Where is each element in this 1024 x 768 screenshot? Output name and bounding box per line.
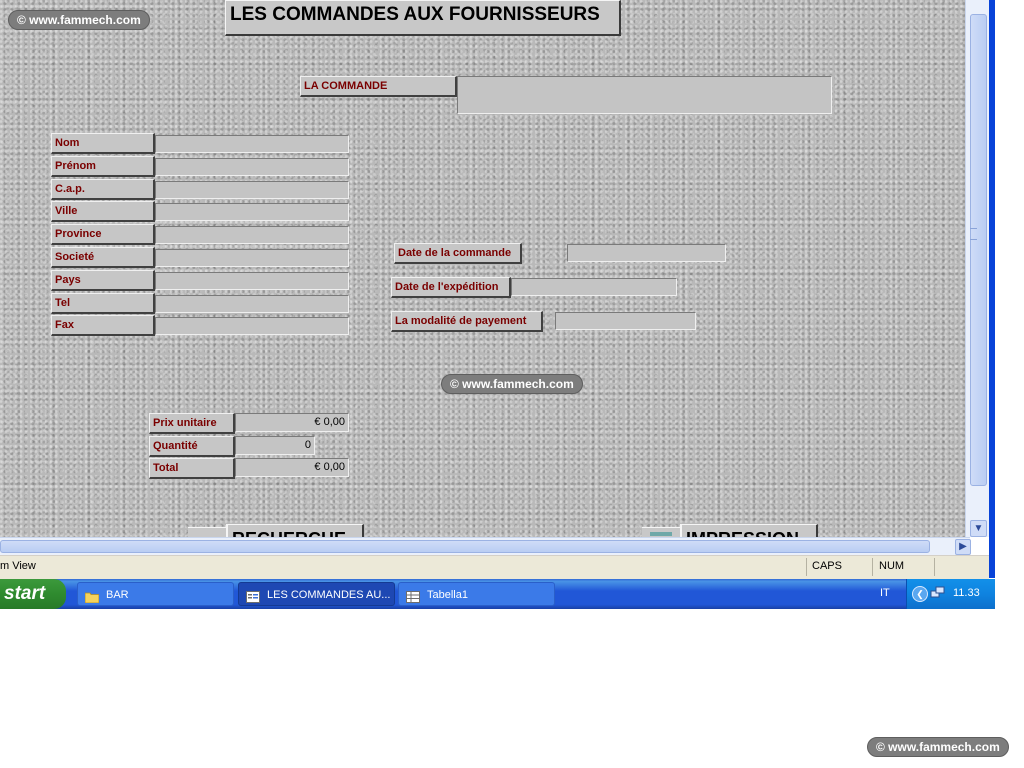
societe-field[interactable] bbox=[155, 249, 349, 267]
scroll-down-arrow-icon[interactable]: ▼ bbox=[970, 520, 987, 537]
impression-button[interactable]: IMPRESSION bbox=[680, 524, 818, 537]
window-border bbox=[989, 0, 995, 578]
prix-unitaire-field[interactable]: € 0,00 bbox=[235, 413, 349, 432]
network-icon[interactable] bbox=[930, 586, 946, 600]
total-field[interactable]: € 0,00 bbox=[235, 458, 349, 477]
start-button[interactable]: start bbox=[0, 579, 66, 609]
status-num: NUM bbox=[879, 560, 905, 572]
nom-label: Nom bbox=[51, 133, 155, 154]
date-expedition-label: Date de l'expédition bbox=[391, 277, 511, 298]
clock[interactable]: 11.33 bbox=[953, 587, 980, 599]
watermark-bottom-right: © www.fammech.com bbox=[867, 737, 1009, 757]
quantite-field[interactable]: 0 bbox=[235, 436, 315, 455]
status-bar: m View CAPS NUM bbox=[0, 555, 989, 579]
order-label: LA COMMANDE bbox=[300, 76, 457, 97]
scroll-right-arrow-icon[interactable]: ▶ bbox=[955, 539, 971, 555]
total-label: Total bbox=[149, 458, 235, 479]
fax-field[interactable] bbox=[155, 317, 349, 335]
table-icon bbox=[406, 588, 420, 603]
taskbar-item-bar[interactable]: BAR bbox=[77, 582, 234, 606]
status-divider bbox=[934, 558, 935, 576]
modalite-payement-field[interactable] bbox=[555, 312, 696, 330]
date-expedition-field[interactable] bbox=[511, 278, 677, 296]
watermark-center: © www.fammech.com bbox=[441, 374, 583, 394]
status-divider bbox=[872, 558, 873, 576]
prenom-label: Prénom bbox=[51, 156, 155, 177]
tel-label: Tel bbox=[51, 293, 155, 314]
language-indicator[interactable]: IT bbox=[880, 587, 890, 599]
societe-label: Societé bbox=[51, 247, 155, 268]
nom-field[interactable] bbox=[155, 135, 349, 153]
watermark-top-left: © www.fammech.com bbox=[8, 10, 150, 30]
form-area: © www.fammech.com LES COMMANDES AUX FOUR… bbox=[0, 0, 965, 537]
recherche-button[interactable]: RECHERCHE bbox=[226, 524, 364, 537]
fax-label: Fax bbox=[51, 315, 155, 336]
form-title: LES COMMANDES AUX FOURNISSEURS bbox=[225, 0, 621, 36]
folder-icon bbox=[84, 588, 100, 604]
printer-icon bbox=[642, 527, 680, 537]
pays-label: Pays bbox=[51, 270, 155, 291]
province-label: Province bbox=[51, 224, 155, 245]
ville-label: Ville bbox=[51, 201, 155, 222]
taskbar-item-tabella1[interactable]: Tabella1 bbox=[398, 582, 555, 606]
taskbar: start BAR LES COMMANDES AU... Tabella1 I… bbox=[0, 579, 995, 609]
status-divider bbox=[806, 558, 807, 576]
prix-unitaire-label: Prix unitaire bbox=[149, 413, 235, 434]
form-icon bbox=[246, 588, 260, 603]
quantite-label: Quantité bbox=[149, 436, 235, 457]
system-tray: ❮ 11.33 bbox=[906, 579, 995, 609]
horizontal-scroll-thumb[interactable] bbox=[0, 540, 930, 553]
status-view-text: m View bbox=[0, 560, 36, 572]
date-commande-field[interactable] bbox=[567, 244, 726, 262]
status-caps: CAPS bbox=[812, 560, 842, 572]
cap-field[interactable] bbox=[155, 181, 349, 199]
tel-field[interactable] bbox=[155, 295, 349, 313]
cap-label: C.a.p. bbox=[51, 179, 155, 200]
pays-field[interactable] bbox=[155, 272, 349, 290]
modalite-payement-label: La modalité de payement bbox=[391, 311, 543, 332]
taskbar-item-commandes[interactable]: LES COMMANDES AU... bbox=[238, 582, 395, 606]
taskbar-item-label: LES COMMANDES AU... bbox=[267, 589, 391, 601]
prenom-field[interactable] bbox=[155, 158, 349, 176]
ville-field[interactable] bbox=[155, 203, 349, 221]
scroll-grip-icon bbox=[970, 228, 977, 240]
taskbar-item-label: BAR bbox=[106, 589, 129, 601]
vertical-scroll-thumb[interactable] bbox=[970, 14, 987, 486]
province-field[interactable] bbox=[155, 226, 349, 244]
recherche-button-icon bbox=[188, 527, 226, 537]
taskbar-item-label: Tabella1 bbox=[427, 589, 468, 601]
order-field[interactable] bbox=[457, 76, 832, 114]
horizontal-scrollbar[interactable]: ▶ bbox=[0, 537, 971, 555]
tray-expand-icon[interactable]: ❮ bbox=[912, 586, 928, 602]
date-commande-label: Date de la commande bbox=[394, 243, 522, 264]
vertical-scrollbar[interactable]: ▼ bbox=[965, 0, 990, 537]
